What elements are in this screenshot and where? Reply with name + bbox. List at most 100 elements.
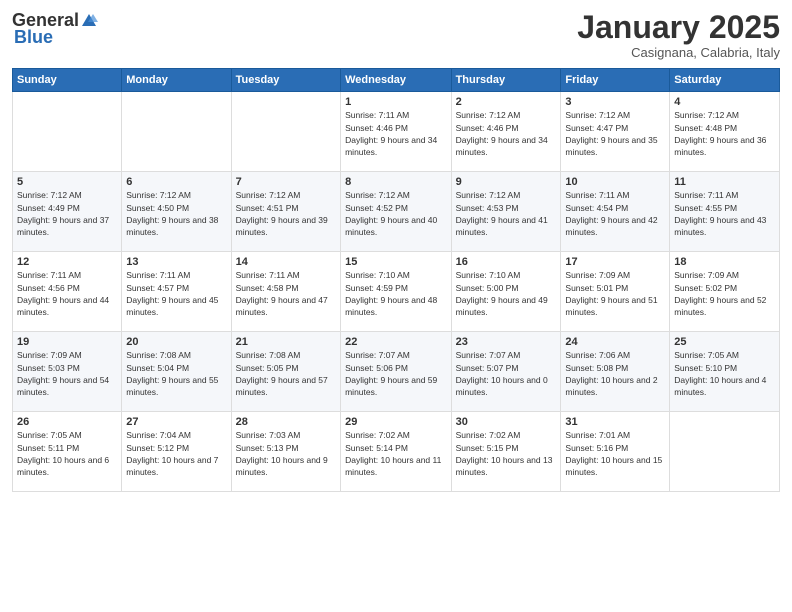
day-number: 22: [345, 336, 446, 348]
day-info: Sunrise: 7:09 AM Sunset: 5:01 PM Dayligh…: [565, 269, 665, 318]
calendar-cell: 8Sunrise: 7:12 AM Sunset: 4:52 PM Daylig…: [341, 172, 451, 252]
day-info: Sunrise: 7:12 AM Sunset: 4:48 PM Dayligh…: [674, 109, 775, 158]
logo: General Blue: [12, 10, 99, 48]
day-info: Sunrise: 7:06 AM Sunset: 5:08 PM Dayligh…: [565, 349, 665, 398]
day-info: Sunrise: 7:08 AM Sunset: 5:04 PM Dayligh…: [126, 349, 226, 398]
calendar-cell: 27Sunrise: 7:04 AM Sunset: 5:12 PM Dayli…: [122, 412, 231, 492]
day-number: 24: [565, 336, 665, 348]
day-number: 25: [674, 336, 775, 348]
day-info: Sunrise: 7:07 AM Sunset: 5:07 PM Dayligh…: [456, 349, 557, 398]
day-info: Sunrise: 7:02 AM Sunset: 5:15 PM Dayligh…: [456, 429, 557, 478]
calendar-cell: [231, 92, 340, 172]
calendar-cell: 13Sunrise: 7:11 AM Sunset: 4:57 PM Dayli…: [122, 252, 231, 332]
day-number: 28: [236, 416, 336, 428]
weekday-header-thursday: Thursday: [451, 69, 561, 92]
day-number: 3: [565, 96, 665, 108]
day-number: 30: [456, 416, 557, 428]
day-info: Sunrise: 7:11 AM Sunset: 4:56 PM Dayligh…: [17, 269, 117, 318]
day-info: Sunrise: 7:10 AM Sunset: 4:59 PM Dayligh…: [345, 269, 446, 318]
day-info: Sunrise: 7:12 AM Sunset: 4:51 PM Dayligh…: [236, 189, 336, 238]
day-info: Sunrise: 7:07 AM Sunset: 5:06 PM Dayligh…: [345, 349, 446, 398]
subtitle: Casignana, Calabria, Italy: [577, 45, 780, 60]
calendar-cell: 21Sunrise: 7:08 AM Sunset: 5:05 PM Dayli…: [231, 332, 340, 412]
calendar-cell: 26Sunrise: 7:05 AM Sunset: 5:11 PM Dayli…: [13, 412, 122, 492]
day-info: Sunrise: 7:09 AM Sunset: 5:03 PM Dayligh…: [17, 349, 117, 398]
day-number: 9: [456, 176, 557, 188]
day-number: 17: [565, 256, 665, 268]
calendar-cell: 30Sunrise: 7:02 AM Sunset: 5:15 PM Dayli…: [451, 412, 561, 492]
day-number: 2: [456, 96, 557, 108]
day-info: Sunrise: 7:11 AM Sunset: 4:54 PM Dayligh…: [565, 189, 665, 238]
day-number: 14: [236, 256, 336, 268]
day-number: 21: [236, 336, 336, 348]
day-number: 1: [345, 96, 446, 108]
day-info: Sunrise: 7:12 AM Sunset: 4:53 PM Dayligh…: [456, 189, 557, 238]
weekday-header-saturday: Saturday: [670, 69, 780, 92]
calendar-cell: 6Sunrise: 7:12 AM Sunset: 4:50 PM Daylig…: [122, 172, 231, 252]
calendar-cell: 24Sunrise: 7:06 AM Sunset: 5:08 PM Dayli…: [561, 332, 670, 412]
calendar-cell: 11Sunrise: 7:11 AM Sunset: 4:55 PM Dayli…: [670, 172, 780, 252]
calendar-cell: 28Sunrise: 7:03 AM Sunset: 5:13 PM Dayli…: [231, 412, 340, 492]
weekday-header-friday: Friday: [561, 69, 670, 92]
calendar-cell: 16Sunrise: 7:10 AM Sunset: 5:00 PM Dayli…: [451, 252, 561, 332]
day-info: Sunrise: 7:04 AM Sunset: 5:12 PM Dayligh…: [126, 429, 226, 478]
day-number: 29: [345, 416, 446, 428]
day-number: 27: [126, 416, 226, 428]
day-number: 31: [565, 416, 665, 428]
day-info: Sunrise: 7:12 AM Sunset: 4:46 PM Dayligh…: [456, 109, 557, 158]
calendar-cell: 3Sunrise: 7:12 AM Sunset: 4:47 PM Daylig…: [561, 92, 670, 172]
calendar-table: SundayMondayTuesdayWednesdayThursdayFrid…: [12, 68, 780, 492]
weekday-header-monday: Monday: [122, 69, 231, 92]
calendar-cell: 29Sunrise: 7:02 AM Sunset: 5:14 PM Dayli…: [341, 412, 451, 492]
day-number: 13: [126, 256, 226, 268]
day-number: 5: [17, 176, 117, 188]
calendar-cell: [670, 412, 780, 492]
calendar-cell: 2Sunrise: 7:12 AM Sunset: 4:46 PM Daylig…: [451, 92, 561, 172]
day-number: 8: [345, 176, 446, 188]
page: General Blue January 2025 Casignana, Cal…: [0, 0, 792, 612]
calendar-cell: 14Sunrise: 7:11 AM Sunset: 4:58 PM Dayli…: [231, 252, 340, 332]
day-info: Sunrise: 7:02 AM Sunset: 5:14 PM Dayligh…: [345, 429, 446, 478]
day-info: Sunrise: 7:08 AM Sunset: 5:05 PM Dayligh…: [236, 349, 336, 398]
day-info: Sunrise: 7:11 AM Sunset: 4:57 PM Dayligh…: [126, 269, 226, 318]
calendar-cell: 7Sunrise: 7:12 AM Sunset: 4:51 PM Daylig…: [231, 172, 340, 252]
day-info: Sunrise: 7:10 AM Sunset: 5:00 PM Dayligh…: [456, 269, 557, 318]
day-number: 16: [456, 256, 557, 268]
calendar-cell: 18Sunrise: 7:09 AM Sunset: 5:02 PM Dayli…: [670, 252, 780, 332]
day-number: 4: [674, 96, 775, 108]
calendar-cell: [122, 92, 231, 172]
logo-blue: Blue: [14, 27, 53, 48]
calendar-cell: 31Sunrise: 7:01 AM Sunset: 5:16 PM Dayli…: [561, 412, 670, 492]
logo-icon: [80, 12, 98, 30]
weekday-header-sunday: Sunday: [13, 69, 122, 92]
calendar-cell: 1Sunrise: 7:11 AM Sunset: 4:46 PM Daylig…: [341, 92, 451, 172]
day-number: 26: [17, 416, 117, 428]
calendar-cell: 20Sunrise: 7:08 AM Sunset: 5:04 PM Dayli…: [122, 332, 231, 412]
calendar-cell: 15Sunrise: 7:10 AM Sunset: 4:59 PM Dayli…: [341, 252, 451, 332]
calendar-cell: 4Sunrise: 7:12 AM Sunset: 4:48 PM Daylig…: [670, 92, 780, 172]
day-number: 11: [674, 176, 775, 188]
calendar-cell: [13, 92, 122, 172]
day-number: 15: [345, 256, 446, 268]
month-title: January 2025: [577, 10, 780, 45]
calendar-cell: 23Sunrise: 7:07 AM Sunset: 5:07 PM Dayli…: [451, 332, 561, 412]
day-info: Sunrise: 7:03 AM Sunset: 5:13 PM Dayligh…: [236, 429, 336, 478]
weekday-header-wednesday: Wednesday: [341, 69, 451, 92]
day-number: 12: [17, 256, 117, 268]
day-info: Sunrise: 7:12 AM Sunset: 4:49 PM Dayligh…: [17, 189, 117, 238]
day-info: Sunrise: 7:12 AM Sunset: 4:52 PM Dayligh…: [345, 189, 446, 238]
day-info: Sunrise: 7:05 AM Sunset: 5:11 PM Dayligh…: [17, 429, 117, 478]
day-info: Sunrise: 7:12 AM Sunset: 4:50 PM Dayligh…: [126, 189, 226, 238]
day-info: Sunrise: 7:09 AM Sunset: 5:02 PM Dayligh…: [674, 269, 775, 318]
day-info: Sunrise: 7:11 AM Sunset: 4:55 PM Dayligh…: [674, 189, 775, 238]
day-info: Sunrise: 7:01 AM Sunset: 5:16 PM Dayligh…: [565, 429, 665, 478]
day-number: 18: [674, 256, 775, 268]
weekday-header-tuesday: Tuesday: [231, 69, 340, 92]
day-info: Sunrise: 7:11 AM Sunset: 4:46 PM Dayligh…: [345, 109, 446, 158]
day-number: 7: [236, 176, 336, 188]
day-number: 10: [565, 176, 665, 188]
day-info: Sunrise: 7:05 AM Sunset: 5:10 PM Dayligh…: [674, 349, 775, 398]
calendar-cell: 10Sunrise: 7:11 AM Sunset: 4:54 PM Dayli…: [561, 172, 670, 252]
day-number: 23: [456, 336, 557, 348]
calendar-cell: 9Sunrise: 7:12 AM Sunset: 4:53 PM Daylig…: [451, 172, 561, 252]
